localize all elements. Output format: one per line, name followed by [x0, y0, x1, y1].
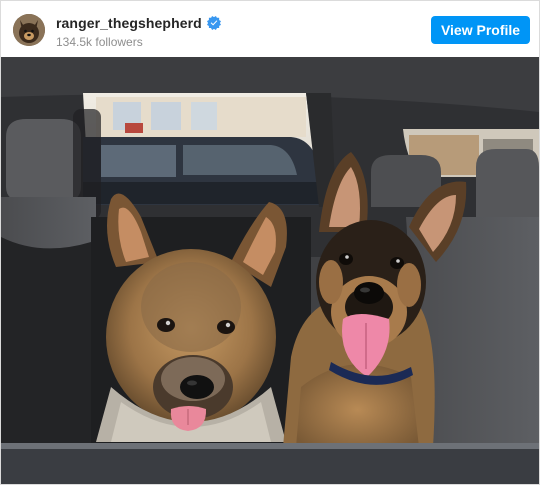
username-row: ranger_thegshepherd: [56, 14, 221, 32]
post-photo[interactable]: [1, 57, 539, 484]
post-header: ranger_thegshepherd 134.5k followers Vie…: [1, 1, 539, 57]
avatar[interactable]: [13, 14, 45, 46]
puppies-photo: [1, 57, 539, 484]
view-profile-button[interactable]: View Profile: [431, 16, 530, 44]
username-link[interactable]: ranger_thegshepherd: [56, 15, 202, 31]
account-info: ranger_thegshepherd 134.5k followers: [56, 14, 221, 49]
instagram-embed-card: ranger_thegshepherd 134.5k followers Vie…: [0, 0, 540, 485]
avatar-image: [13, 14, 45, 46]
verified-badge-icon: [206, 16, 221, 30]
follower-count: 134.5k followers: [56, 35, 143, 49]
